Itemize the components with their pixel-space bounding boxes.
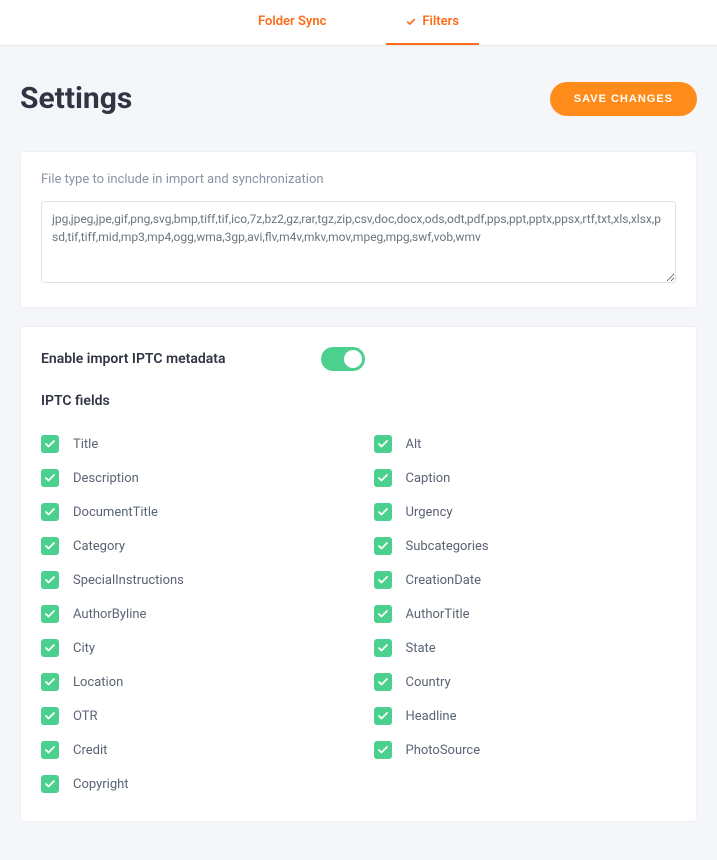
tab-folder-sync-label: Folder Sync (258, 14, 326, 29)
iptc-field-label: City (73, 641, 95, 656)
tab-filters-label: Filters (422, 14, 459, 29)
iptc-field-checkbox[interactable] (41, 707, 59, 725)
iptc-fields-grid: Title Description DocumentTitle Category Spe… (41, 427, 676, 801)
iptc-field-item: City (41, 631, 344, 665)
iptc-field-item: Category (41, 529, 344, 563)
iptc-field-label: Subcategories (406, 539, 489, 554)
iptc-field-checkbox[interactable] (374, 605, 392, 623)
iptc-field-item: Alt (374, 427, 677, 461)
iptc-field-checkbox[interactable] (374, 469, 392, 487)
iptc-field-label: Alt (406, 437, 422, 452)
iptc-field-checkbox[interactable] (374, 503, 392, 521)
iptc-field-label: CreationDate (406, 573, 481, 588)
content-area: Settings SAVE CHANGES File type to inclu… (0, 46, 717, 860)
iptc-field-label: Category (73, 539, 125, 554)
iptc-field-item: SpecialInstructions (41, 563, 344, 597)
iptc-field-label: Location (73, 675, 123, 690)
iptc-field-label: Urgency (406, 505, 453, 520)
iptc-field-item: Caption (374, 461, 677, 495)
iptc-field-checkbox[interactable] (374, 673, 392, 691)
iptc-field-checkbox[interactable] (41, 741, 59, 759)
iptc-field-checkbox[interactable] (41, 435, 59, 453)
iptc-field-label: Credit (73, 743, 107, 758)
toggle-knob (344, 350, 362, 368)
filetype-textarea[interactable] (41, 201, 676, 283)
iptc-field-checkbox[interactable] (374, 707, 392, 725)
iptc-fields-heading: IPTC fields (41, 393, 676, 409)
filetype-label: File type to include in import and synch… (41, 172, 676, 187)
iptc-field-item: Subcategories (374, 529, 677, 563)
iptc-field-item: AuthorTitle (374, 597, 677, 631)
iptc-field-checkbox[interactable] (41, 537, 59, 555)
iptc-field-label: AuthorTitle (406, 607, 470, 622)
iptc-fields-left-col: Title Description DocumentTitle Category Spe… (41, 427, 344, 801)
tabs-bar: Folder Sync Filters (0, 0, 717, 46)
page-title: Settings (20, 81, 132, 116)
save-button[interactable]: SAVE CHANGES (550, 82, 697, 116)
iptc-field-item: Headline (374, 699, 677, 733)
iptc-toggle-label: Enable import IPTC metadata (41, 351, 321, 367)
filetype-card: File type to include in import and synch… (20, 151, 697, 308)
iptc-field-label: Description (73, 471, 139, 486)
iptc-field-checkbox[interactable] (41, 469, 59, 487)
tab-folder-sync[interactable]: Folder Sync (238, 0, 346, 45)
iptc-field-label: Headline (406, 709, 457, 724)
iptc-field-label: Caption (406, 471, 451, 486)
tab-filters[interactable]: Filters (386, 0, 479, 45)
iptc-field-item: OTR (41, 699, 344, 733)
iptc-field-label: Copyright (73, 777, 129, 792)
iptc-field-item: State (374, 631, 677, 665)
iptc-field-checkbox[interactable] (41, 673, 59, 691)
iptc-field-checkbox[interactable] (374, 537, 392, 555)
iptc-field-label: Country (406, 675, 451, 690)
iptc-field-checkbox[interactable] (374, 741, 392, 759)
iptc-toggle[interactable] (321, 347, 365, 371)
iptc-field-item: PhotoSource (374, 733, 677, 767)
iptc-card: Enable import IPTC metadata IPTC fields … (20, 326, 697, 822)
iptc-field-item: AuthorByline (41, 597, 344, 631)
iptc-field-checkbox[interactable] (41, 503, 59, 521)
iptc-fields-right-col: Alt Caption Urgency Subcategories CreationDa… (374, 427, 677, 801)
iptc-field-checkbox[interactable] (41, 775, 59, 793)
iptc-field-checkbox[interactable] (41, 571, 59, 589)
iptc-field-label: DocumentTitle (73, 505, 158, 520)
iptc-field-label: AuthorByline (73, 607, 146, 622)
check-icon (406, 17, 416, 27)
iptc-field-label: PhotoSource (406, 743, 481, 758)
iptc-field-item: CreationDate (374, 563, 677, 597)
iptc-field-item: Credit (41, 733, 344, 767)
iptc-field-item: Title (41, 427, 344, 461)
iptc-field-checkbox[interactable] (374, 639, 392, 657)
iptc-field-item: Copyright (41, 767, 344, 801)
iptc-field-checkbox[interactable] (41, 639, 59, 657)
iptc-field-item: Description (41, 461, 344, 495)
iptc-field-label: Title (73, 437, 98, 452)
iptc-field-label: OTR (73, 709, 98, 724)
iptc-field-checkbox[interactable] (374, 435, 392, 453)
iptc-field-checkbox[interactable] (374, 571, 392, 589)
iptc-toggle-row: Enable import IPTC metadata (41, 347, 676, 371)
iptc-field-item: DocumentTitle (41, 495, 344, 529)
iptc-field-item: Country (374, 665, 677, 699)
iptc-field-item: Urgency (374, 495, 677, 529)
iptc-field-item: Location (41, 665, 344, 699)
iptc-field-label: State (406, 641, 436, 656)
iptc-field-checkbox[interactable] (41, 605, 59, 623)
iptc-field-label: SpecialInstructions (73, 573, 184, 588)
header-row: Settings SAVE CHANGES (20, 81, 697, 116)
